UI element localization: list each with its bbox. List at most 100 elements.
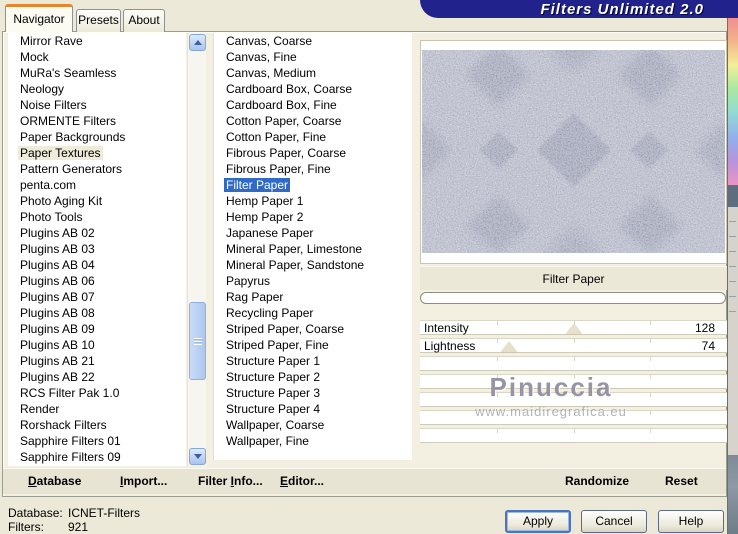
apply-button[interactable]: Apply	[505, 510, 571, 533]
category-list[interactable]: Mirror Rave Mock MuRa's Seamless Neology Noi…	[8, 33, 186, 466]
filter-item[interactable]: Cotton Paper, Coarse	[214, 113, 412, 129]
category-item[interactable]: Plugins AB 02	[8, 225, 186, 241]
category-item[interactable]: Plugins AB 04	[8, 257, 186, 273]
category-item[interactable]: Paper Textures	[8, 145, 186, 161]
database-button[interactable]: Database	[28, 474, 81, 488]
category-item[interactable]: Plugins AB 22	[8, 369, 186, 385]
slider-lightness[interactable]: Lightness 74	[420, 338, 727, 353]
filter-item[interactable]: Filter Paper	[214, 177, 412, 193]
category-item[interactable]: Mirror Rave	[8, 33, 186, 49]
category-item[interactable]: MuRa's Seamless	[8, 65, 186, 81]
slider-tick	[650, 429, 652, 433]
category-item[interactable]: Plugins AB 09	[8, 321, 186, 337]
filter-item[interactable]: Structure Paper 4	[214, 401, 412, 417]
filter-item-label: Cotton Paper, Fine	[226, 130, 327, 144]
window-title: Filters Unlimited 2.0	[540, 1, 704, 18]
tab-presets[interactable]: Presets	[76, 9, 121, 32]
category-item[interactable]: Sapphire Filters 09	[8, 449, 186, 465]
filter-item[interactable]: Striped Paper, Coarse	[214, 321, 412, 337]
filter-item[interactable]: Structure Paper 2	[214, 369, 412, 385]
randomize-button[interactable]: Randomize	[565, 474, 629, 488]
category-scrollbar[interactable]	[187, 33, 206, 466]
category-item[interactable]: Plugins AB 06	[8, 273, 186, 289]
scroll-down-button[interactable]	[189, 448, 206, 465]
filter-item[interactable]: Fibrous Paper, Fine	[214, 161, 412, 177]
slider-empty	[420, 374, 727, 389]
filter-item[interactable]: Hemp Paper 1	[214, 193, 412, 209]
import-button[interactable]: Import...	[120, 474, 167, 488]
category-item[interactable]: RCS Filter Pak 1.0	[8, 385, 186, 401]
category-item[interactable]: Plugins AB 21	[8, 353, 186, 369]
category-item[interactable]: Photo Aging Kit	[8, 193, 186, 209]
filter-item[interactable]: Papyrus	[214, 273, 412, 289]
category-item[interactable]: Photo Tools	[8, 209, 186, 225]
slider-thumb[interactable]	[566, 324, 583, 334]
filter-item[interactable]: Structure Paper 1	[214, 353, 412, 369]
category-item-label: Noise Filters	[20, 98, 87, 112]
category-item[interactable]: Noise Filters	[8, 97, 186, 113]
filter-item-label: Fibrous Paper, Coarse	[226, 146, 347, 160]
background-window-sliver	[728, 207, 738, 455]
category-item[interactable]: Plugins AB 10	[8, 337, 186, 353]
category-item-label: Sapphire Filters 09	[20, 450, 121, 464]
filter-item[interactable]: Cardboard Box, Fine	[214, 97, 412, 113]
tab-about[interactable]: About	[123, 9, 165, 32]
filter-item-label: Structure Paper 2	[226, 370, 321, 384]
category-item[interactable]: Pattern Generators	[8, 161, 186, 177]
slider-value: 128	[694, 321, 715, 335]
database-value: ICNET-Filters	[68, 506, 140, 520]
title-banner: Filters Unlimited 2.0	[420, 0, 738, 18]
selected-filter-name: Filter Paper	[420, 266, 727, 290]
scroll-up-button[interactable]	[189, 34, 206, 51]
filter-item[interactable]: Hemp Paper 2	[214, 209, 412, 225]
slider-tick	[650, 357, 652, 361]
category-item[interactable]: Plugins AB 03	[8, 241, 186, 257]
filter-item[interactable]: Cardboard Box, Coarse	[214, 81, 412, 97]
filter-item-label: Fibrous Paper, Fine	[226, 162, 331, 176]
category-item[interactable]: Plugins AB 08	[8, 305, 186, 321]
filter-item[interactable]: Striped Paper, Fine	[214, 337, 412, 353]
category-item[interactable]: Neology	[8, 81, 186, 97]
filter-item[interactable]: Canvas, Medium	[214, 65, 412, 81]
scrollbar-thumb[interactable]	[189, 302, 206, 380]
category-item[interactable]: Render	[8, 401, 186, 417]
filter-item[interactable]: Wallpaper, Coarse	[214, 417, 412, 433]
help-button[interactable]: Help	[658, 510, 724, 533]
category-item[interactable]: ORMENTE Filters	[8, 113, 186, 129]
category-item[interactable]: Rorshack Filters	[8, 417, 186, 433]
category-item[interactable]: Paper Backgrounds	[8, 129, 186, 145]
slider-tick	[573, 429, 575, 433]
category-item-label: Photo Tools	[20, 210, 83, 224]
editor-button[interactable]: Editor...	[280, 474, 324, 488]
category-item[interactable]: Mock	[8, 49, 186, 65]
category-item[interactable]: Plugins AB 07	[8, 289, 186, 305]
filter-item[interactable]: Rag Paper	[214, 289, 412, 305]
cancel-button[interactable]: Cancel	[581, 510, 647, 533]
filter-item[interactable]: Recycling Paper	[214, 305, 412, 321]
filter-list[interactable]: Canvas, Coarse Canvas, Fine Canvas, Medium…	[213, 33, 412, 460]
slider-area: Intensity 128 Lightness 74	[420, 320, 727, 446]
slider-thumb[interactable]	[501, 342, 518, 352]
filter-item[interactable]: Canvas, Coarse	[214, 33, 412, 49]
filter-item[interactable]: Wallpaper, Fine	[214, 433, 412, 449]
slider-empty	[420, 392, 727, 407]
tab-navigator[interactable]: Navigator	[5, 4, 73, 32]
slider-tick	[496, 411, 498, 415]
filter-item[interactable]: Mineral Paper, Sandstone	[214, 257, 412, 273]
filter-info-button[interactable]: Filter Info...	[198, 474, 263, 488]
category-item[interactable]: Sapphire Filters 01	[8, 433, 186, 449]
slider-empty	[420, 410, 727, 425]
slider-tick	[573, 339, 575, 343]
filter-item-label: Striped Paper, Coarse	[226, 322, 345, 336]
preview-frame	[392, 22, 738, 281]
reset-button[interactable]: Reset	[665, 474, 698, 488]
slider-intensity[interactable]: Intensity 128	[420, 320, 727, 335]
filter-item[interactable]: Cotton Paper, Fine	[214, 129, 412, 145]
category-item[interactable]: penta.com	[8, 177, 186, 193]
filter-item[interactable]: Mineral Paper, Limestone	[214, 241, 412, 257]
filter-item[interactable]: Structure Paper 3	[214, 385, 412, 401]
filter-item[interactable]: Japanese Paper	[214, 225, 412, 241]
slider-tick	[496, 429, 498, 433]
filter-item[interactable]: Fibrous Paper, Coarse	[214, 145, 412, 161]
filter-item[interactable]: Canvas, Fine	[214, 49, 412, 65]
